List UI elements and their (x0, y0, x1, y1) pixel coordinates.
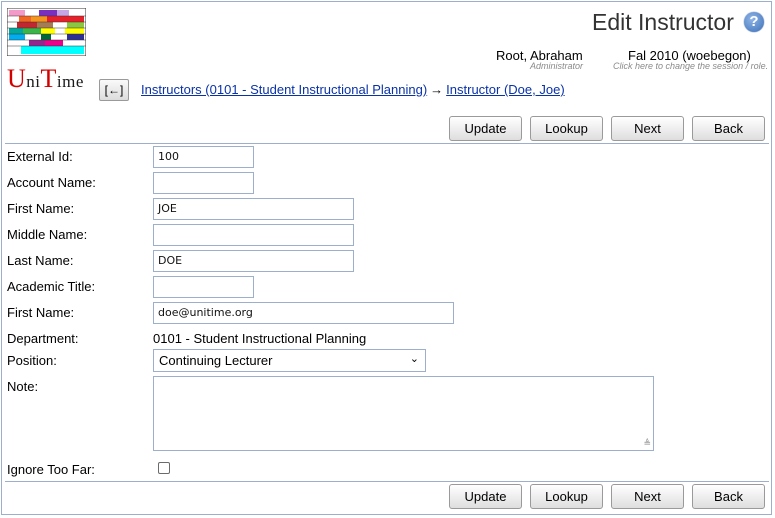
page-title: Edit Instructor (592, 9, 734, 35)
breadcrumb: Instructors (0101 - Student Instructiona… (141, 82, 565, 97)
note-label: Note: (7, 379, 39, 394)
lookup-button-top[interactable]: Lookup (530, 116, 603, 141)
logo-wordmark: UniTime (7, 64, 84, 93)
first-name-label: First Name: (7, 201, 75, 216)
last-name-label: Last Name: (7, 253, 74, 268)
ignore-too-far-checkbox[interactable] (158, 462, 170, 474)
breadcrumb-arrow: → (430, 82, 444, 97)
logo-timetable-graphic (7, 8, 86, 56)
top-divider (5, 143, 769, 144)
academic-title-field[interactable] (153, 276, 254, 298)
department-label: Department: (7, 331, 79, 346)
first-name-field[interactable]: JOE (153, 198, 354, 220)
back-button-top[interactable]: Back (692, 116, 765, 141)
session-hint[interactable]: Click here to change the session / role. (613, 61, 768, 71)
lookup-button-bottom[interactable]: Lookup (530, 484, 603, 509)
next-button-top[interactable]: Next (611, 116, 684, 141)
note-textarea[interactable]: ≜ (153, 376, 654, 451)
department-value: 0101 - Student Instructional Planning (153, 331, 367, 346)
unitime-logo[interactable]: UniTime (7, 8, 87, 93)
update-button-top[interactable]: Update (449, 116, 522, 141)
breadcrumb-instructor-link[interactable]: Instructor (Doe, Joe) (446, 82, 565, 97)
external-id-field[interactable]: 100 (153, 146, 254, 168)
breadcrumb-instructors-link[interactable]: Instructors (0101 - Student Instructiona… (141, 82, 427, 97)
position-label: Position: (7, 353, 57, 368)
account-name-field[interactable] (153, 172, 254, 194)
resize-grip-icon[interactable]: ≜ (643, 438, 651, 449)
academic-title-label: Academic Title: (7, 279, 96, 294)
back-arrow-button[interactable]: [←] (99, 79, 129, 101)
position-select[interactable]: Continuing Lecturer ⌄ (153, 349, 426, 372)
external-id-label: External Id: (7, 149, 73, 164)
middle-name-field[interactable] (153, 224, 354, 246)
email-field[interactable]: doe@unitime.org (153, 302, 454, 324)
update-button-bottom[interactable]: Update (449, 484, 522, 509)
account-name-label: Account Name: (7, 175, 96, 190)
position-selected-value: Continuing Lecturer (159, 353, 273, 368)
back-button-bottom[interactable]: Back (692, 484, 765, 509)
middle-name-label: Middle Name: (7, 227, 88, 242)
email-label: First Name: (7, 305, 75, 320)
help-icon[interactable]: ? (744, 12, 764, 32)
last-name-field[interactable]: DOE (153, 250, 354, 272)
next-button-bottom[interactable]: Next (611, 484, 684, 509)
chevron-down-icon: ⌄ (409, 353, 419, 365)
ignore-too-far-label: Ignore Too Far: (7, 462, 95, 477)
user-role: Administrator (530, 61, 584, 71)
bottom-divider (5, 481, 769, 482)
